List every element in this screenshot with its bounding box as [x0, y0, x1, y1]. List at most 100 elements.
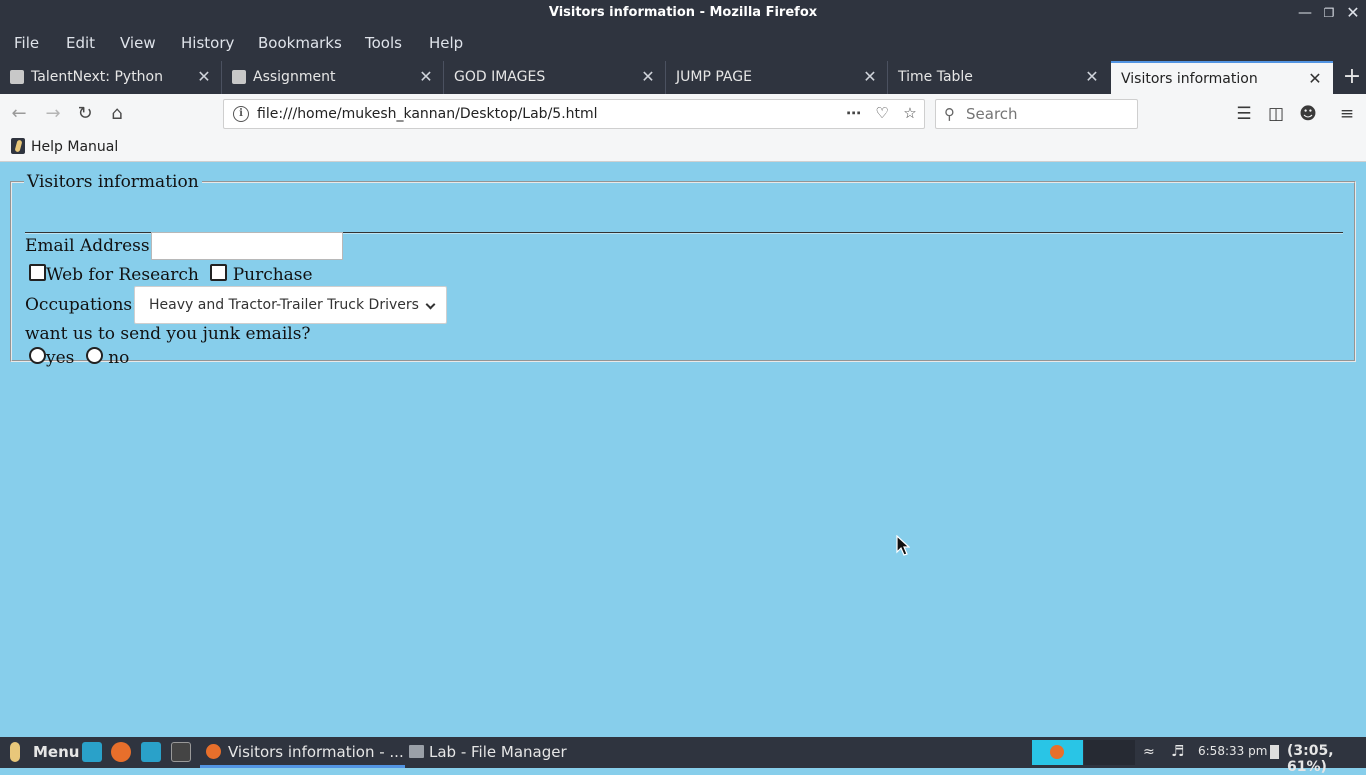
page-content: Visitors information Email Address: Web …	[0, 162, 1366, 736]
tab-label: GOD IMAGES	[454, 69, 546, 85]
search-input[interactable]	[966, 104, 1131, 124]
taskbar: Menu Visitors information - ... Lab - Fi…	[0, 737, 1366, 775]
junk-email-question: want us to send you junk emails?	[25, 324, 311, 344]
library-icon[interactable]: ☰	[1233, 103, 1255, 125]
email-field[interactable]	[151, 232, 343, 260]
fieldset-legend: Visitors information	[27, 172, 199, 192]
wifi-icon[interactable]: ≈	[1143, 744, 1155, 760]
bookmark-star-icon[interactable]: ☆	[899, 104, 921, 124]
close-icon[interactable]: ✕	[196, 67, 212, 86]
bookmark-icon	[11, 138, 25, 154]
new-tab-button[interactable]: +	[1338, 61, 1366, 94]
pocket-icon[interactable]: ♡	[871, 104, 893, 124]
close-icon[interactable]: ✕	[418, 67, 434, 86]
task-label: Lab - File Manager	[429, 743, 567, 761]
interest-row: Web for Research Purchase	[29, 264, 313, 285]
purchase-checkbox[interactable]	[210, 264, 228, 281]
bookmarks-toolbar: Help Manual	[0, 134, 1366, 162]
junk-email-radio-row: yes no	[29, 347, 129, 368]
window-titlebar: Visitors information - Mozilla Firefox —…	[0, 0, 1366, 27]
volume-icon[interactable]: ♬	[1171, 742, 1184, 760]
research-checkbox[interactable]	[29, 264, 46, 281]
close-icon[interactable]: ✕	[862, 67, 878, 86]
terminal-launcher-icon[interactable]	[171, 742, 191, 762]
tab-label: Visitors information	[1121, 71, 1258, 87]
page-icon	[232, 70, 246, 84]
tab-label: Time Table	[898, 69, 973, 85]
visitors-fieldset: Visitors information Email Address: Web …	[10, 172, 1356, 368]
tab-assignment[interactable]: Assignment ✕	[222, 61, 444, 94]
workspace-1[interactable]	[1032, 740, 1083, 765]
occupations-label: Occupations:	[25, 295, 138, 315]
battery-status[interactable]: (3:05, 61%)	[1287, 743, 1366, 775]
tab-label: Assignment	[253, 69, 336, 85]
occupations-select[interactable]: Heavy and Tractor-Trailer Truck Drivers	[134, 286, 447, 324]
tab-time-table[interactable]: Time Table ✕	[888, 61, 1110, 94]
tab-visitors-information[interactable]: Visitors information ✕	[1111, 61, 1333, 94]
menu-edit[interactable]: Edit	[66, 34, 95, 52]
firefox-launcher-icon[interactable]	[111, 742, 131, 762]
menu-file[interactable]: File	[14, 34, 39, 52]
menu-label: Menu	[33, 743, 80, 761]
no-label: no	[108, 348, 130, 368]
account-icon[interactable]: ☻	[1297, 103, 1319, 125]
menu-tools[interactable]: Tools	[365, 34, 402, 52]
menu-view[interactable]: View	[120, 34, 156, 52]
page-icon	[10, 70, 24, 84]
tab-god-images[interactable]: GOD IMAGES ✕	[444, 61, 666, 94]
battery-icon	[1270, 745, 1279, 759]
bookmark-help-manual[interactable]: Help Manual	[11, 138, 118, 158]
email-label: Email Address:	[25, 236, 156, 256]
yes-radio[interactable]	[29, 347, 46, 364]
task-label: Visitors information - ...	[228, 743, 404, 761]
mint-logo-icon	[10, 742, 20, 762]
file-manager-launcher-icon[interactable]	[141, 742, 161, 762]
window-title: Visitors information - Mozilla Firefox	[548, 5, 818, 20]
url-bar[interactable]: i file:///home/mukesh_kannan/Desktop/Lab…	[223, 99, 925, 129]
tab-label: TalentNext: Python	[31, 69, 163, 85]
close-window-button[interactable]: ✕	[1344, 4, 1362, 22]
url-text[interactable]: file:///home/mukesh_kannan/Desktop/Lab/5…	[257, 106, 598, 122]
forward-button[interactable]: →	[42, 103, 64, 125]
firefox-icon	[206, 744, 221, 759]
start-menu-button[interactable]: Menu	[6, 737, 80, 768]
reload-button[interactable]: ↻	[74, 103, 96, 125]
tab-talentnext[interactable]: TalentNext: Python ✕	[0, 61, 222, 94]
mouse-cursor-icon	[896, 535, 910, 556]
menu-bookmarks[interactable]: Bookmarks	[258, 34, 342, 52]
bookmark-label: Help Manual	[31, 139, 119, 155]
show-desktop-icon[interactable]	[82, 742, 102, 762]
no-radio[interactable]	[85, 347, 103, 364]
close-icon[interactable]: ✕	[1307, 69, 1323, 88]
task-visitors-information[interactable]: Visitors information - ...	[200, 737, 405, 768]
home-button[interactable]: ⌂	[106, 103, 128, 125]
maximize-button[interactable]: ❐	[1320, 4, 1338, 22]
purchase-label: Purchase	[232, 265, 313, 285]
occupations-selected-value: Heavy and Tractor-Trailer Truck Drivers	[149, 297, 419, 313]
close-icon[interactable]: ✕	[1084, 67, 1100, 86]
menu-history[interactable]: History	[181, 34, 234, 52]
menu-help[interactable]: Help	[429, 34, 463, 52]
firefox-icon	[1050, 745, 1064, 759]
close-icon[interactable]: ✕	[640, 67, 656, 86]
tab-jump-page[interactable]: JUMP PAGE ✕	[666, 61, 888, 94]
back-button[interactable]: ←	[8, 103, 30, 125]
task-file-manager[interactable]: Lab - File Manager	[405, 737, 567, 768]
research-label: Web for Research	[46, 265, 199, 285]
search-icon: ⚲	[944, 105, 955, 123]
menu-bar: File Edit View History Bookmarks Tools H…	[0, 27, 1366, 61]
folder-icon	[409, 745, 424, 758]
minimize-button[interactable]: —	[1296, 4, 1314, 22]
tab-strip: TalentNext: Python ✕ Assignment ✕ GOD IM…	[0, 61, 1366, 94]
workspace-2[interactable]	[1084, 740, 1135, 765]
page-actions-icon[interactable]: ⋯	[843, 104, 865, 124]
hamburger-menu-icon[interactable]: ≡	[1336, 103, 1358, 125]
tab-label: JUMP PAGE	[676, 69, 752, 85]
yes-label: yes	[46, 348, 75, 368]
chevron-down-icon	[425, 299, 436, 310]
clock[interactable]: 6:58:33 pm	[1198, 744, 1267, 758]
site-info-icon[interactable]: i	[233, 106, 249, 122]
sidebar-icon[interactable]: ◫	[1265, 103, 1287, 125]
search-bar[interactable]: ⚲	[935, 99, 1138, 129]
nav-toolbar: ← → ↻ ⌂ i file:///home/mukesh_kannan/Des…	[0, 94, 1366, 134]
